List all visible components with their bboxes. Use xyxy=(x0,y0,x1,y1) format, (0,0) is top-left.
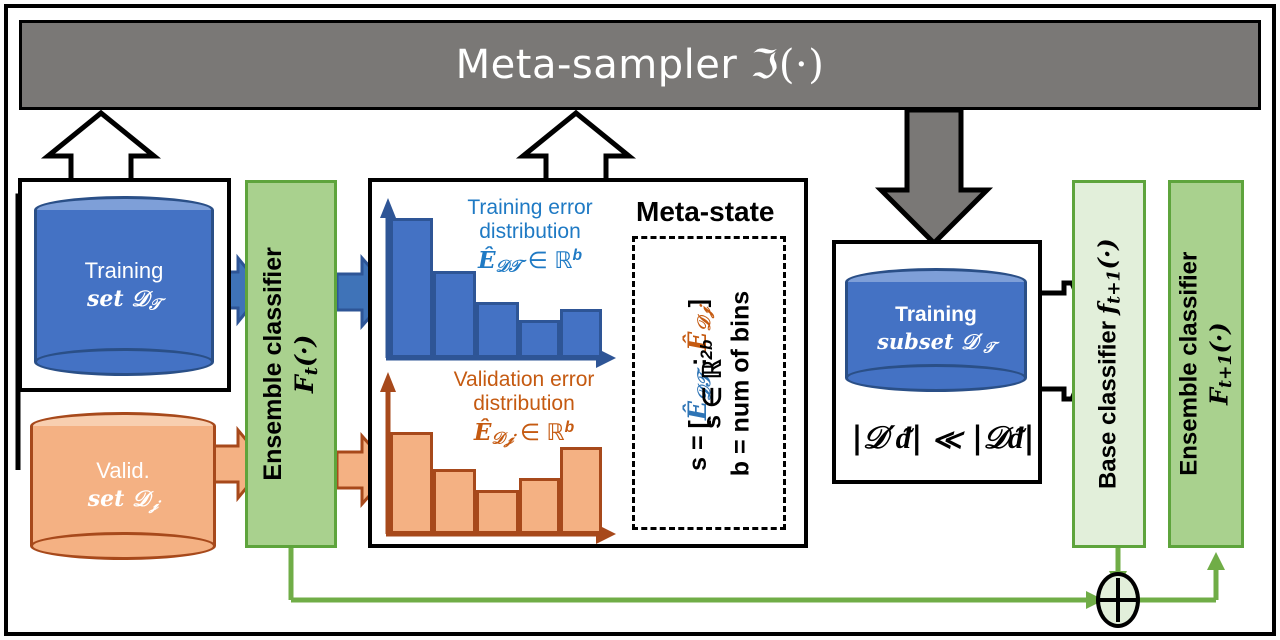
hist-bar xyxy=(433,468,476,534)
training-subset-cylinder[interactable]: Training subset 𝒟′𝒯 xyxy=(845,268,1027,392)
ensemble-classifier-t1-box[interactable]: Ensemble classifier Ft+1(·) xyxy=(1168,180,1244,548)
validation-hist-caption: Validation error distribution Ê𝒟𝒿 ∈ ℝb xyxy=(418,368,630,448)
meta-state-line-bins: b = num of bins xyxy=(726,290,755,477)
hist-bar xyxy=(519,320,560,358)
ensemble-classifier-t-box[interactable]: Ensemble classifier Ft(·) xyxy=(245,180,337,548)
training-set-cylinder[interactable]: Training set 𝒟𝒯 xyxy=(34,196,214,376)
meta-state-line-dim: s ∈ ℝ2b xyxy=(697,284,728,484)
hist-bar xyxy=(390,218,433,358)
ensemble-classifier-t1-suffix: (·) xyxy=(1204,322,1234,354)
meta-state-dim-prefix: s ∈ ℝ xyxy=(698,359,727,429)
base-classifier-suffix: (·) xyxy=(1092,238,1122,270)
gray-down-arrow-icon xyxy=(874,107,994,247)
ensemble-classifier-t1-subscript: t+1 xyxy=(1216,353,1237,389)
green-arrowhead-into-ensemble xyxy=(1207,552,1225,570)
base-classifier-text: Base classifier xyxy=(1094,321,1122,490)
hist-bar xyxy=(560,309,602,358)
meta-state-title: Meta-state xyxy=(636,196,775,227)
hist-bar xyxy=(433,271,476,358)
ensemble-classifier-t-label: Ensemble classifier Ft(·) xyxy=(258,247,324,480)
base-classifier-subscript: t+1 xyxy=(1104,269,1125,305)
ensemble-classifier-t1-text: Ensemble classifier xyxy=(1175,251,1203,477)
hist-bar xyxy=(476,490,519,534)
cylinder-body xyxy=(30,426,216,546)
ensemble-classifier-t1-symbol: F xyxy=(1204,388,1234,406)
ensemble-classifier-t-suffix: (·) xyxy=(290,334,320,368)
cylinder-bottom xyxy=(30,532,216,560)
ensemble-classifier-t1-label: Ensemble classifier Ft+1(·) xyxy=(1174,252,1237,476)
training-hist-title-l1: Training error xyxy=(467,196,593,219)
meta-state-formula-box: s = [Ê𝒟𝒯 : Ê𝒟𝒿] s ∈ ℝ2b b = num of bin… xyxy=(632,236,786,530)
training-hist-annotation: Ê𝒟𝒯 ∈ ℝb xyxy=(478,246,582,276)
training-hist-caption: Training error distribution Ê𝒟𝒯 ∈ ℝb xyxy=(430,196,630,276)
ensemble-classifier-t-text: Ensemble classifier xyxy=(259,247,288,481)
base-classifier-box[interactable]: Base classifier ft+1(·) xyxy=(1072,180,1146,548)
validation-hist-title-l1: Validation error xyxy=(453,368,595,391)
base-classifier-symbol: f xyxy=(1092,304,1122,315)
validation-hist-annotation: Ê𝒟𝒿 ∈ ℝb xyxy=(473,418,575,448)
hist-bar xyxy=(560,447,602,534)
plus-vertical xyxy=(1116,578,1120,622)
hist-bar xyxy=(519,477,560,534)
hist-bar xyxy=(476,302,519,358)
diagram-canvas: Meta-sampler ℑ(·) Training set 𝒟𝒯 Valid.… xyxy=(0,0,1280,640)
validation-hist-title-l2: distribution xyxy=(473,392,575,416)
training-hist-title-l2: distribution xyxy=(479,220,581,244)
subset-inequality: |𝒟′ᵭ| ≪ |𝒟ᵭ| xyxy=(851,420,1035,456)
cylinder-bottom xyxy=(34,348,214,376)
circled-plus-icon xyxy=(1096,572,1140,628)
ensemble-classifier-t-symbol: F xyxy=(290,375,320,394)
base-classifier-label: Base classifier ft+1(·) xyxy=(1092,239,1125,490)
cylinder-bottom xyxy=(845,364,1027,392)
cylinder-body xyxy=(34,210,214,362)
validation-set-cylinder[interactable]: Valid. set 𝒟𝒿 xyxy=(30,412,216,560)
ensemble-classifier-t-subscript: t xyxy=(301,367,323,376)
meta-state-dim-sup: 2b xyxy=(696,339,716,360)
